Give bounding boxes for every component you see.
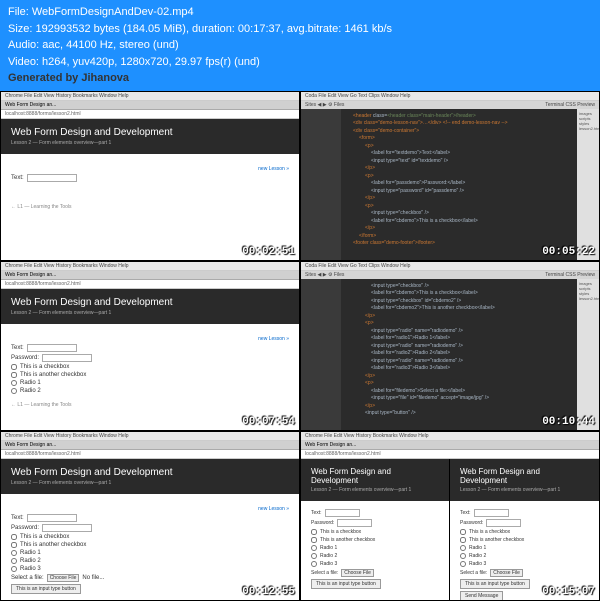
password-input[interactable] <box>42 524 92 532</box>
timestamp: 00:10:44 <box>542 416 595 428</box>
radio-2[interactable] <box>11 388 17 394</box>
address-bar: localhost:8888/forms/lesson2.html <box>1 280 299 289</box>
page-body: new Lesson » Text: ← L1 — Learning the T… <box>1 154 299 216</box>
choose-file-button[interactable]: Choose File <box>47 574 80 582</box>
menubar: Coda File Edit View Go Text Clips Window… <box>301 92 599 101</box>
footer-link[interactable]: ← L1 — Learning the Tools <box>11 204 289 210</box>
page-header: Web Form Design and Development Lesson 2… <box>1 289 299 324</box>
info-size: Size: 192993532 bytes (184.05 MiB), dura… <box>8 21 592 38</box>
radio-2[interactable] <box>11 558 17 564</box>
menubar: Coda File Edit View Go Text Clips Window… <box>301 262 599 271</box>
code-editor: <header class=<header class="main-header… <box>301 109 599 261</box>
send-button[interactable]: Send Message <box>460 591 503 601</box>
timestamp: 00:15:07 <box>542 586 595 598</box>
radio-1[interactable] <box>11 550 17 556</box>
info-video: Video: h264, yuv420p, 1280x720, 29.97 fp… <box>8 54 592 71</box>
checkbox-1[interactable] <box>11 364 17 370</box>
info-audio: Audio: aac, 44100 Hz, stereo (und) <box>8 37 592 54</box>
text-input[interactable] <box>27 514 77 522</box>
code-area[interactable]: <header class=<header class="main-header… <box>341 109 577 261</box>
thumb-3: Chrome File Edit View History Bookmarks … <box>0 261 300 431</box>
menubar: Chrome File Edit View History Bookmarks … <box>1 262 299 271</box>
text-input[interactable] <box>27 344 77 352</box>
thumb-4: Coda File Edit View Go Text Clips Window… <box>300 261 600 431</box>
code-editor: <input type="checkbox" /> <label for="cb… <box>301 279 599 431</box>
info-generated: Generated by Jihanova <box>8 70 592 87</box>
checkbox-2[interactable] <box>11 542 17 548</box>
menubar: Chrome File Edit View History Bookmarks … <box>1 92 299 101</box>
thumb-5: Chrome File Edit View History Bookmarks … <box>0 431 300 601</box>
editor-gutter <box>301 109 341 261</box>
thumb-2: Coda File Edit View Go Text Clips Window… <box>300 91 600 261</box>
thumb-6: Chrome File Edit View History Bookmarks … <box>300 431 600 601</box>
editor-toolbar: Sites ◀ ▶ ⚙ FilesTerminal CSS Preview <box>301 101 599 109</box>
code-area[interactable]: <input type="checkbox" /> <label for="cb… <box>341 279 577 431</box>
text-input[interactable] <box>27 174 77 182</box>
page-title: Web Form Design and Development <box>11 297 289 308</box>
address-bar: localhost:8888/forms/lesson2.html <box>1 110 299 119</box>
page-title: Web Form Design and Development <box>11 127 289 138</box>
timestamp: 00:02:51 <box>242 246 295 258</box>
radio-3[interactable] <box>11 566 17 572</box>
timestamp: 00:12:55 <box>242 586 295 598</box>
checkbox-1[interactable] <box>11 534 17 540</box>
page-subtitle: Lesson 2 — Form elements overview—part 1 <box>11 140 289 146</box>
thumb-1: Chrome File Edit View History Bookmarks … <box>0 91 300 261</box>
text-label: Text: <box>11 175 24 181</box>
next-link[interactable]: new Lesson » <box>11 166 289 172</box>
page-header: Web Form Design and Development Lesson 2… <box>1 119 299 154</box>
input-button[interactable]: This is an input type button <box>11 584 81 594</box>
browser-tabs: Web Form Design an... <box>1 271 299 280</box>
editor-toolbar: Sites ◀ ▶ ⚙ FilesTerminal CSS Preview <box>301 271 599 279</box>
password-input[interactable] <box>42 354 92 362</box>
thumbnail-grid: Chrome File Edit View History Bookmarks … <box>0 91 600 601</box>
file-sidebar: imagesscriptsstyleslesson2.html <box>577 109 599 261</box>
info-file: File: WebFormDesignAndDev-02.mp4 <box>8 4 592 21</box>
page-body: new Lesson » Text: Password: This is a c… <box>1 324 299 414</box>
timestamp: 00:07:54 <box>242 416 295 428</box>
browser-tabs: Web Form Design an... <box>1 101 299 110</box>
radio-1[interactable] <box>11 380 17 386</box>
media-info-header: File: WebFormDesignAndDev-02.mp4 Size: 1… <box>0 0 600 91</box>
checkbox-2[interactable] <box>11 372 17 378</box>
timestamp: 00:05:22 <box>542 246 595 258</box>
